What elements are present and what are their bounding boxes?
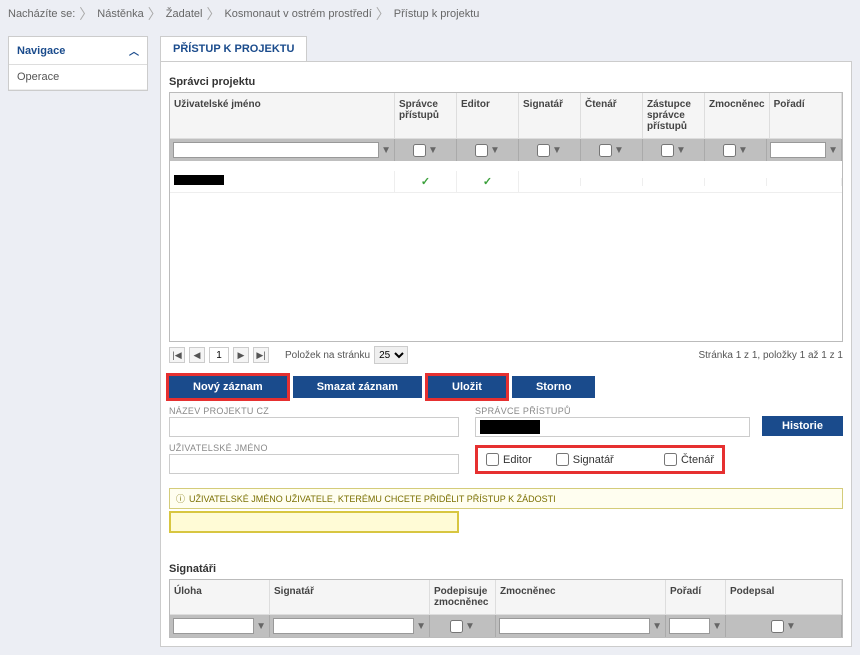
col-zastupce[interactable]: Zástupce správce přístupů bbox=[643, 93, 705, 138]
pager-page-input[interactable] bbox=[209, 347, 229, 363]
filter-podepsal[interactable] bbox=[771, 620, 784, 633]
sidebar: Navigace ︿ Operace bbox=[8, 36, 148, 647]
filter-editor[interactable] bbox=[475, 144, 488, 157]
signatar-checkbox-label[interactable]: Signatář bbox=[556, 453, 614, 466]
signatari-grid: Úloha Signatář Podepisuje zmocněnec Zmoc… bbox=[169, 579, 843, 638]
username-redacted bbox=[174, 175, 224, 185]
roles-checkbox-row: Editor Signatář Čtenář bbox=[475, 445, 725, 474]
filter-icon[interactable]: ▼ bbox=[676, 145, 686, 156]
pager-last-button[interactable]: ▶| bbox=[253, 347, 269, 363]
breadcrumb-item[interactable]: Žadatel bbox=[166, 8, 203, 20]
breadcrumb-sep: 〉 bbox=[148, 4, 162, 24]
filter-icon[interactable]: ▼ bbox=[786, 621, 796, 632]
breadcrumb-item[interactable]: Nástěnka bbox=[97, 8, 143, 20]
assign-username-input[interactable] bbox=[169, 511, 459, 533]
breadcrumb: Nacházíte se: 〉 Nástěnka 〉 Žadatel 〉 Kos… bbox=[0, 0, 860, 28]
spravce-pristupu-label: SPRÁVCE PŘÍSTUPŮ bbox=[475, 406, 750, 416]
nav-header[interactable]: Navigace ︿ bbox=[9, 37, 147, 65]
pager-next-button[interactable]: ▶ bbox=[233, 347, 249, 363]
save-button[interactable]: Uložit bbox=[428, 376, 506, 398]
col-username[interactable]: Uživatelské jméno bbox=[170, 93, 395, 138]
col-ctenar[interactable]: Čtenář bbox=[581, 93, 643, 138]
per-page-label: Položek na stránku bbox=[285, 350, 370, 361]
info-icon: ⓘ bbox=[176, 492, 185, 505]
breadcrumb-item[interactable]: Kosmonaut v ostrém prostředí bbox=[224, 8, 371, 20]
filter-ctenar[interactable] bbox=[599, 144, 612, 157]
filter-zastupce[interactable] bbox=[661, 144, 674, 157]
nazev-projektu-input[interactable] bbox=[169, 417, 459, 437]
per-page-select[interactable]: 25 bbox=[374, 346, 408, 364]
breadcrumb-sep: 〉 bbox=[206, 4, 220, 24]
filter-icon[interactable]: ▼ bbox=[416, 621, 426, 632]
page-title: PŘÍSTUP K PROJEKTU bbox=[160, 36, 307, 61]
breadcrumb-sep: 〉 bbox=[79, 4, 93, 24]
filter-icon[interactable]: ▼ bbox=[428, 145, 438, 156]
table-row[interactable]: ✓ ✓ bbox=[170, 171, 842, 193]
filter-icon[interactable]: ▼ bbox=[381, 145, 391, 156]
filter-signatar[interactable] bbox=[537, 144, 550, 157]
filter-icon[interactable]: ▼ bbox=[465, 621, 475, 632]
new-record-button[interactable]: Nový záznam bbox=[169, 376, 287, 398]
nav-title: Navigace bbox=[17, 45, 65, 57]
check-icon: ✓ bbox=[483, 176, 492, 188]
breadcrumb-item[interactable]: Přístup k projektu bbox=[394, 8, 480, 20]
check-icon: ✓ bbox=[421, 176, 430, 188]
col-poradi[interactable]: Pořadí bbox=[770, 93, 842, 138]
delete-record-button[interactable]: Smazat záznam bbox=[293, 376, 422, 398]
editor-checkbox[interactable] bbox=[486, 453, 499, 466]
spravce-redacted bbox=[480, 420, 540, 434]
col-spravce[interactable]: Správce přístupů bbox=[395, 93, 457, 138]
col-poradi2[interactable]: Pořadí bbox=[666, 580, 726, 614]
filter-icon[interactable]: ▼ bbox=[552, 145, 562, 156]
filter-icon[interactable]: ▼ bbox=[614, 145, 624, 156]
ctenar-checkbox-label[interactable]: Čtenář bbox=[664, 453, 714, 466]
filter-icon[interactable]: ▼ bbox=[712, 621, 722, 632]
filter-poradi2[interactable] bbox=[669, 618, 710, 634]
filter-poradi[interactable] bbox=[770, 142, 826, 158]
pager-first-button[interactable]: |◀ bbox=[169, 347, 185, 363]
uzivatelske-jmeno-input[interactable] bbox=[169, 454, 459, 474]
admins-grid: Uživatelské jméno Správce přístupů Edito… bbox=[169, 92, 843, 342]
filter-uloha[interactable] bbox=[173, 618, 254, 634]
pager: |◀ ◀ ▶ ▶| Položek na stránku 25 Stránka … bbox=[169, 342, 843, 368]
col-podepisuje[interactable]: Podepisuje zmocněnec bbox=[430, 580, 496, 614]
filter-icon[interactable]: ▼ bbox=[828, 145, 838, 156]
filter-podepisuje[interactable] bbox=[450, 620, 463, 633]
info-box: ⓘ UŽIVATELSKÉ JMÉNO UŽIVATELE, KTERÉMU C… bbox=[169, 488, 843, 509]
col-signatar[interactable]: Signatář bbox=[519, 93, 581, 138]
col-uloha[interactable]: Úloha bbox=[170, 580, 270, 614]
filter-zmocnenec2[interactable] bbox=[499, 618, 650, 634]
info-text: UŽIVATELSKÉ JMÉNO UŽIVATELE, KTERÉMU CHC… bbox=[189, 494, 556, 504]
filter-icon[interactable]: ▼ bbox=[256, 621, 266, 632]
section-title-admins: Správci projektu bbox=[169, 76, 843, 88]
filter-spravce[interactable] bbox=[413, 144, 426, 157]
filter-icon[interactable]: ▼ bbox=[738, 145, 748, 156]
col-zmocnenec2[interactable]: Zmocněnec bbox=[496, 580, 666, 614]
history-button[interactable]: Historie bbox=[762, 416, 843, 436]
pager-summary: Stránka 1 z 1, položky 1 až 1 z 1 bbox=[698, 350, 843, 361]
nazev-projektu-label: NÁZEV PROJEKTU CZ bbox=[169, 406, 459, 416]
col-editor[interactable]: Editor bbox=[457, 93, 519, 138]
pager-prev-button[interactable]: ◀ bbox=[189, 347, 205, 363]
col-zmocnenec[interactable]: Zmocněnec bbox=[705, 93, 770, 138]
editor-checkbox-label[interactable]: Editor bbox=[486, 453, 532, 466]
breadcrumb-label: Nacházíte se: bbox=[8, 8, 75, 20]
filter-icon[interactable]: ▼ bbox=[652, 621, 662, 632]
breadcrumb-sep: 〉 bbox=[376, 4, 390, 24]
filter-signatar2[interactable] bbox=[273, 618, 414, 634]
chevron-up-icon: ︿ bbox=[129, 43, 139, 58]
section-title-signatari: Signatáři bbox=[169, 563, 843, 575]
nav-item-operace[interactable]: Operace bbox=[9, 65, 147, 90]
ctenar-checkbox[interactable] bbox=[664, 453, 677, 466]
filter-username[interactable] bbox=[173, 142, 379, 158]
uzivatelske-jmeno-label: UŽIVATELSKÉ JMÉNO bbox=[169, 443, 459, 453]
filter-zmocnenec[interactable] bbox=[723, 144, 736, 157]
cancel-button[interactable]: Storno bbox=[512, 376, 595, 398]
col-podepsal[interactable]: Podepsal bbox=[726, 580, 842, 614]
filter-icon[interactable]: ▼ bbox=[490, 145, 500, 156]
signatar-checkbox[interactable] bbox=[556, 453, 569, 466]
col-signatar2[interactable]: Signatář bbox=[270, 580, 430, 614]
